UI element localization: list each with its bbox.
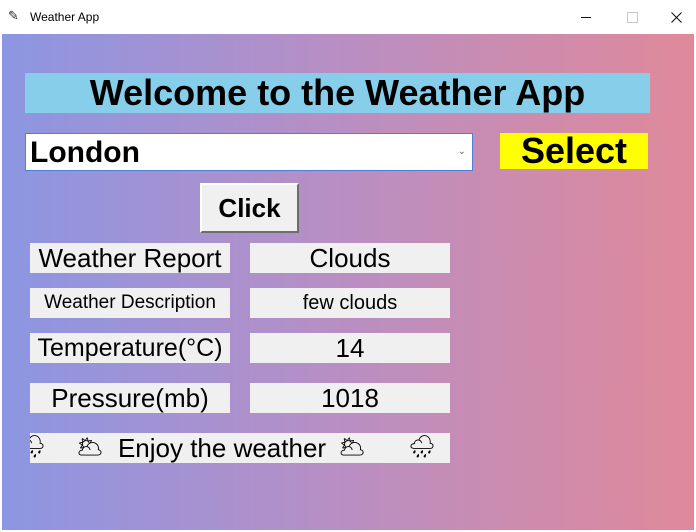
click-button[interactable]: Click — [200, 183, 299, 233]
select-label: Select — [500, 133, 648, 169]
chevron-down-icon[interactable]: ⌄ — [458, 146, 466, 157]
cloud-rain-icon: 🌧 — [30, 435, 46, 460]
weather-report-value: Clouds — [250, 243, 450, 273]
window-title: Weather App — [30, 10, 100, 24]
marquee-track: 🌧 🌥 Enjoy the weather 🌥 🌧 — [30, 433, 436, 463]
temperature-label: Temperature(°C) — [30, 333, 230, 363]
pressure-value: 1018 — [250, 383, 450, 413]
title-bar: ✎ Weather App — [0, 0, 696, 34]
city-combobox[interactable]: London ⌄ — [25, 133, 473, 171]
feather-icon: ✎ — [8, 9, 19, 24]
weather-report-label: Weather Report — [30, 243, 230, 273]
cloud-rain-icon: 🌧 — [408, 435, 436, 460]
cloud-sun-icon: 🌥 — [338, 435, 367, 460]
page-title: Welcome to the Weather App — [25, 73, 650, 113]
minimize-button[interactable] — [563, 0, 609, 34]
cloud-sun-icon: 🌥 — [76, 435, 104, 460]
marquee-text: Enjoy the weather — [117, 433, 327, 463]
pressure-label: Pressure(mb) — [30, 383, 230, 413]
temperature-value: 14 — [250, 333, 450, 363]
maximize-icon — [626, 11, 638, 23]
weather-description-value: few clouds — [250, 288, 450, 318]
close-button[interactable] — [653, 0, 696, 34]
weather-description-label: Weather Description — [30, 288, 230, 318]
close-icon — [670, 11, 682, 23]
weather-marquee: 🌧 🌥 Enjoy the weather 🌥 🌧 — [30, 433, 450, 463]
city-combobox-value: London — [30, 136, 140, 169]
maximize-button[interactable] — [609, 0, 655, 34]
minimize-icon — [581, 16, 591, 18]
